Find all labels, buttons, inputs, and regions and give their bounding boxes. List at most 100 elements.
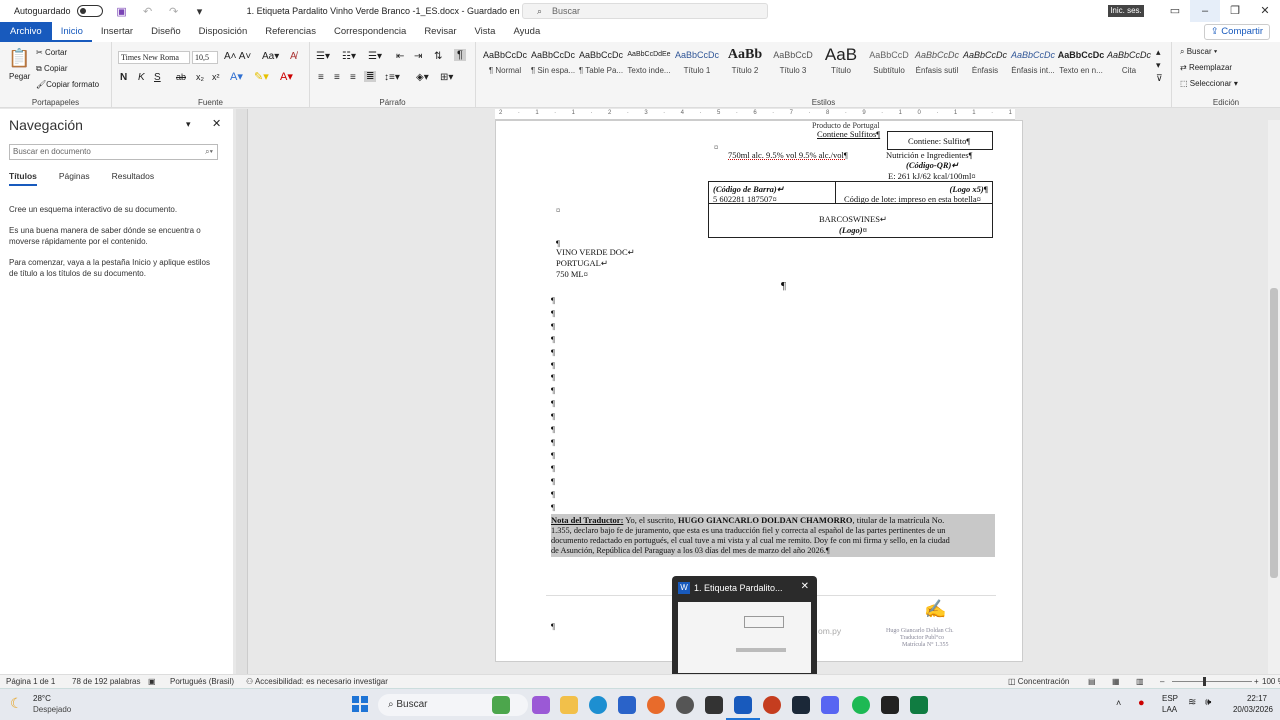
- line-spacing-icon[interactable]: ↕≡▾: [384, 72, 400, 83]
- capcut-icon[interactable]: [705, 696, 723, 714]
- word-taskbar-icon[interactable]: [734, 696, 752, 714]
- print-layout-icon[interactable]: ▦: [1112, 677, 1120, 686]
- font-name-select[interactable]: Times New Roma: [118, 51, 190, 64]
- show-marks-icon[interactable]: ¶: [454, 49, 466, 61]
- menu-references[interactable]: Referencias: [256, 22, 325, 42]
- find-button[interactable]: ⌕ Buscar ▾: [1180, 47, 1217, 57]
- multilevel-list-icon[interactable]: ☰▾: [368, 51, 382, 62]
- change-case-icon[interactable]: Aa▾: [262, 51, 279, 62]
- zoom-in-icon[interactable]: +: [1254, 677, 1259, 686]
- title-search-box[interactable]: ⌕ Buscar: [522, 3, 768, 19]
- clock-time[interactable]: 22:17: [1225, 694, 1267, 703]
- font-size-select[interactable]: 10,5: [192, 51, 218, 64]
- close-button[interactable]: ✕: [1250, 0, 1280, 22]
- copy-button[interactable]: ⧉ Copiar: [36, 64, 68, 74]
- menu-insert[interactable]: Insertar: [92, 22, 142, 42]
- vertical-scrollbar[interactable]: [1268, 120, 1280, 674]
- underline-button[interactable]: S: [154, 72, 161, 83]
- menu-view[interactable]: Vista: [466, 22, 505, 42]
- nav-search-input[interactable]: Buscar en documento ⌕▾: [9, 144, 218, 160]
- ribbon-display-icon[interactable]: ▭: [1160, 0, 1190, 22]
- numbering-icon[interactable]: ☷▾: [342, 51, 356, 62]
- style-table-paragraph[interactable]: AaBbCcDc ¶ Table Pa...: [577, 44, 625, 84]
- strikethrough-icon[interactable]: ab: [176, 72, 186, 82]
- firefox-icon[interactable]: [647, 696, 665, 714]
- zoom-slider[interactable]: [1172, 681, 1252, 682]
- discord-icon[interactable]: [821, 696, 839, 714]
- minimize-button[interactable]: –: [1190, 0, 1220, 22]
- focus-button[interactable]: ◫ Concentración: [1008, 677, 1069, 686]
- scrollbar-thumb[interactable]: [1270, 288, 1278, 578]
- styles-scroll-icon[interactable]: ▴ ▾ ⊽: [1156, 46, 1163, 85]
- increase-indent-icon[interactable]: ⇥: [414, 51, 422, 62]
- status-language[interactable]: Portugués (Brasil): [170, 677, 234, 686]
- sort-icon[interactable]: ⇅: [434, 51, 442, 62]
- widgets-icon[interactable]: [492, 696, 510, 714]
- steam-icon[interactable]: [792, 696, 810, 714]
- style-subtitle[interactable]: AaBbCcD Subtítulo: [865, 44, 913, 84]
- language-1[interactable]: ESP: [1162, 694, 1178, 703]
- format-painter-button[interactable]: 🖌Copiar formato: [36, 80, 99, 89]
- tab-pages[interactable]: Páginas: [59, 171, 90, 186]
- thumbnail-close-icon[interactable]: ✕: [801, 581, 809, 592]
- github-icon[interactable]: [676, 696, 694, 714]
- paste-button[interactable]: Pegar: [9, 72, 30, 81]
- select-button[interactable]: ⬚ Seleccionar ▾: [1180, 79, 1238, 88]
- outlook-icon[interactable]: [618, 696, 636, 714]
- volume-icon[interactable]: 🕪: [1205, 697, 1211, 708]
- grow-font-icon[interactable]: A˄ A˅: [224, 51, 251, 62]
- clear-format-icon[interactable]: A̸: [290, 51, 297, 62]
- wifi-icon[interactable]: ≋: [1188, 697, 1196, 708]
- menu-file[interactable]: Archivo: [0, 22, 52, 42]
- windows-start-icon[interactable]: [352, 696, 368, 712]
- decrease-indent-icon[interactable]: ⇤: [396, 51, 404, 62]
- shading-icon[interactable]: ◈▾: [416, 72, 429, 83]
- zoom-slider-thumb[interactable]: [1203, 677, 1206, 686]
- style-no-spacing[interactable]: AaBbCcDc ¶ Sin espa...: [529, 44, 577, 84]
- spotify-icon[interactable]: [852, 696, 870, 714]
- menu-review[interactable]: Revisar: [415, 22, 465, 42]
- style-title[interactable]: AaB Título: [817, 44, 865, 84]
- style-heading2[interactable]: AaBb Título 2: [721, 44, 769, 84]
- undo-icon[interactable]: ↶: [141, 5, 155, 18]
- restore-button[interactable]: ❐: [1220, 0, 1250, 22]
- file-explorer-icon[interactable]: [560, 696, 578, 714]
- tray-app-icon[interactable]: ●: [1138, 697, 1145, 709]
- taskbar-thumbnail-preview[interactable]: W 1. Etiqueta Pardalito... ✕: [672, 576, 817, 679]
- bullets-icon[interactable]: ☰▾: [316, 51, 330, 62]
- style-quote[interactable]: AaBbCcDc Cita: [1105, 44, 1153, 84]
- style-emphasis[interactable]: AaBbCcDc Énfasis: [961, 44, 1009, 84]
- style-heading3[interactable]: AaBbCcD Título 3: [769, 44, 817, 84]
- accessibility-status[interactable]: ⚇ Accesibilidad: es necesario investigar: [246, 677, 388, 686]
- tab-results[interactable]: Resultados: [112, 171, 155, 186]
- proofing-icon[interactable]: ▣: [148, 677, 156, 686]
- style-strong[interactable]: AaBbCcDc Texto en n...: [1057, 44, 1105, 84]
- subscript-icon[interactable]: x₂: [196, 72, 204, 82]
- text-effects-icon[interactable]: A▾: [230, 70, 243, 83]
- brave-icon[interactable]: [763, 696, 781, 714]
- share-button[interactable]: ⇪ Compartir: [1203, 24, 1270, 40]
- superscript-icon[interactable]: x²: [212, 72, 220, 82]
- highlight-icon[interactable]: ✎▾: [254, 70, 269, 83]
- nav-close-icon[interactable]: ✕: [212, 117, 221, 130]
- paste-icon[interactable]: 📋: [8, 48, 30, 69]
- status-page[interactable]: Página 1 de 1: [6, 677, 55, 686]
- bold-button[interactable]: N: [120, 72, 127, 83]
- edge-icon[interactable]: [589, 696, 607, 714]
- epic-games-icon[interactable]: [881, 696, 899, 714]
- borders-icon[interactable]: ⊞▾: [440, 72, 453, 83]
- style-heading1[interactable]: AaBbCcDc Título 1: [673, 44, 721, 84]
- autosave[interactable]: Autoguardado: [14, 5, 103, 17]
- tab-headings[interactable]: Títulos: [9, 171, 37, 186]
- justify-icon[interactable]: ≣: [364, 71, 377, 82]
- autosave-toggle[interactable]: [76, 5, 103, 17]
- web-layout-icon[interactable]: ▥: [1136, 677, 1144, 686]
- signin-button[interactable]: Inic. ses.: [1108, 5, 1144, 17]
- style-body-indent[interactable]: AaBbCcDdEe Texto inde...: [625, 44, 673, 84]
- menu-layout[interactable]: Disposición: [190, 22, 257, 42]
- save-icon[interactable]: ▣: [115, 5, 129, 18]
- font-color-icon[interactable]: A▾: [280, 70, 293, 83]
- align-left-icon[interactable]: ≡: [318, 72, 324, 83]
- status-words[interactable]: 78 de 192 palabras: [72, 677, 141, 686]
- tray-overflow-icon[interactable]: ˄: [1116, 698, 1121, 708]
